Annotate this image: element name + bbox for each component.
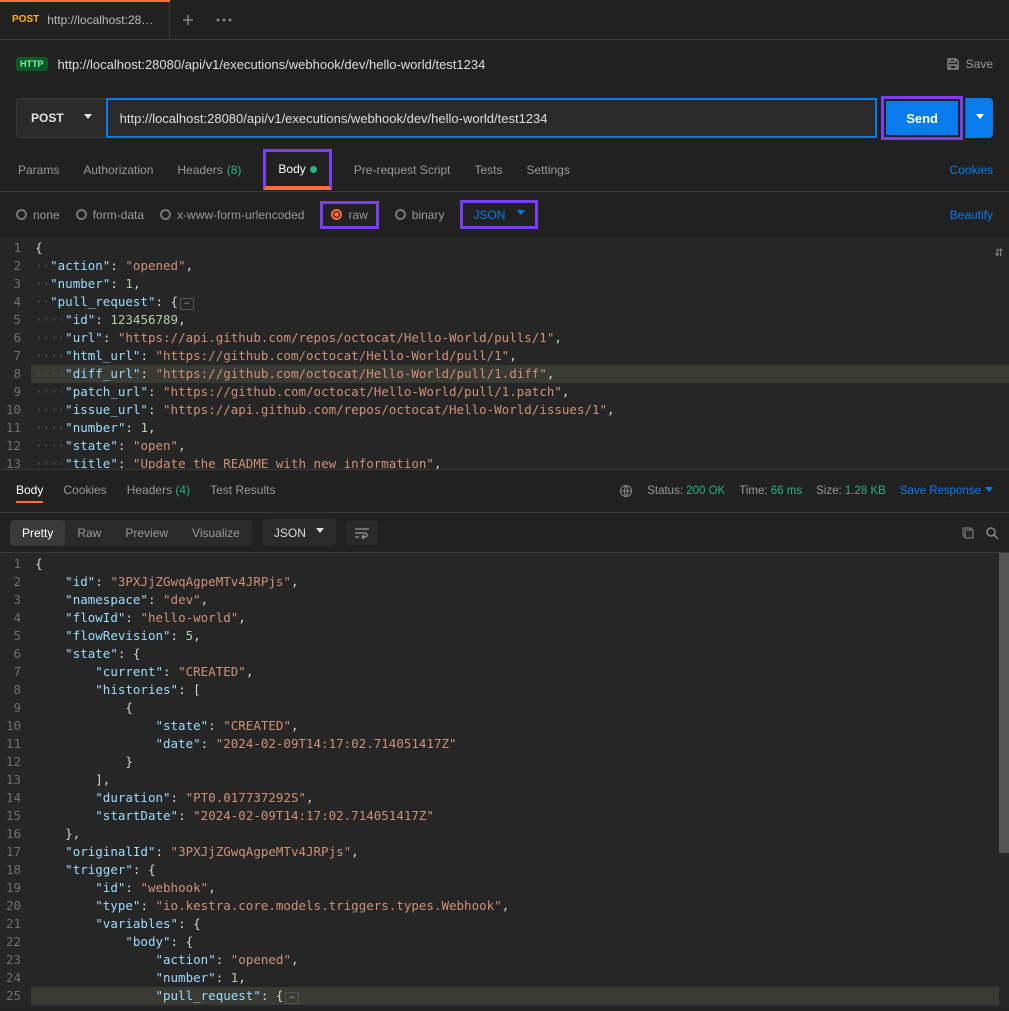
headers-label: Headers [177,163,222,177]
beautify-button[interactable]: Beautify [950,208,993,222]
chevron-down-icon [84,111,92,126]
body-xwww-radio[interactable]: x-www-form-urlencoded [160,208,304,222]
wrap-lines-button[interactable] [346,521,378,545]
request-tabs: Params Authorization Headers (8) Body Pr… [0,148,1009,192]
resp-headers-label: Headers [127,483,172,497]
search-button[interactable] [985,526,999,540]
time-label: Time: [739,485,767,497]
response-format-select[interactable]: JSON [262,519,336,546]
request-title: http://localhost:28080/api/v1/executions… [58,57,486,72]
view-mode-group: Pretty Raw Preview Visualize [10,520,252,546]
format-label: JSON [274,526,306,540]
headers-count: (8) [227,163,242,177]
view-visualize[interactable]: Visualize [180,520,252,546]
body-label: Body [278,162,305,176]
response-view-row: Pretty Raw Preview Visualize JSON [0,513,1009,553]
tab-tests[interactable]: Tests [472,159,504,181]
radio-icon [160,209,171,220]
tab-bar: POST http://localhost:28080/a [0,0,1009,40]
globe-icon[interactable] [619,484,633,498]
body-type-row: none form-data x-www-form-urlencoded raw… [0,192,1009,237]
request-body-editor[interactable]: 12345678910111213 {··"action": "opened",… [0,237,1009,469]
raw-highlight: raw [320,201,378,229]
chevron-down-icon [517,207,525,222]
tab-overflow-button[interactable] [206,18,242,22]
radio-icon [395,209,406,220]
resp-tab-body[interactable]: Body [16,479,43,503]
tab-headers[interactable]: Headers (8) [175,159,243,181]
code-content[interactable]: {··"action": "opened",··"number": 1,··"p… [31,237,1009,469]
binary-label: binary [412,208,445,222]
tab-authorization[interactable]: Authorization [81,159,155,181]
status-label: Status: [647,485,683,497]
time-value: 66 ms [771,485,802,497]
response-header: Body Cookies Headers (4) Test Results St… [0,469,1009,513]
tab-method-label: POST [12,14,39,25]
send-dropdown-button[interactable] [965,98,993,138]
http-badge-icon: HTTP [16,57,48,71]
url-input[interactable] [106,98,878,138]
json-label: JSON [473,208,505,222]
chevron-down-icon [976,111,984,126]
save-icon [946,57,960,71]
title-row: HTTP http://localhost:28080/api/v1/execu… [0,40,1009,88]
save-response-button[interactable]: Save Response [900,484,993,499]
method-select[interactable]: POST [16,98,106,138]
send-highlight: Send [881,96,963,140]
size-label: Size: [816,485,842,497]
body-binary-radio[interactable]: binary [395,208,445,222]
size-value: 1.28 KB [845,485,886,497]
body-raw-radio[interactable]: raw [331,208,367,222]
save-label: Save [966,57,993,71]
tab-body-highlight: Body [263,149,331,190]
send-button[interactable]: Send [886,101,958,135]
line-gutter: 1234567891011121314151617181920212223242… [0,553,31,1008]
save-response-label: Save Response [900,485,981,497]
cookies-link[interactable]: Cookies [950,163,993,177]
radio-icon [76,209,87,220]
status-value: 200 OK [686,485,725,497]
line-gutter: 12345678910111213 [0,237,31,469]
scroll-thumb[interactable] [999,553,1009,853]
body-format-select[interactable]: JSON [460,200,538,229]
code-content[interactable]: { "id": "3PXJjZGwqAgpeMTv4JRPjs", "names… [31,553,1009,1008]
request-tab[interactable]: POST http://localhost:28080/a [0,0,170,40]
save-button[interactable]: Save [946,57,993,71]
resize-handle-icon[interactable]: ⇵ [995,243,1003,261]
body-none-radio[interactable]: none [16,208,60,222]
copy-icon [961,526,975,540]
formdata-label: form-data [93,208,144,222]
view-pretty[interactable]: Pretty [10,520,65,546]
response-body-editor[interactable]: 1234567891011121314151617181920212223242… [0,553,1009,1008]
wrap-icon [354,527,370,539]
resp-tab-cookies[interactable]: Cookies [63,479,106,503]
raw-label: raw [348,208,367,222]
radio-icon [16,209,27,220]
chevron-down-icon [316,525,324,540]
tab-settings[interactable]: Settings [525,159,572,181]
resp-tab-results[interactable]: Test Results [210,479,275,503]
view-raw[interactable]: Raw [65,520,113,546]
resp-headers-count: (4) [175,483,190,497]
none-label: none [33,208,60,222]
tab-prerequest[interactable]: Pre-request Script [352,159,453,181]
dot-icon [310,166,317,173]
radio-icon [331,209,342,220]
body-formdata-radio[interactable]: form-data [76,208,144,222]
tab-params[interactable]: Params [16,159,61,181]
view-preview[interactable]: Preview [113,520,180,546]
copy-button[interactable] [961,526,975,540]
url-row: POST Send [0,88,1009,148]
tab-body[interactable]: Body [276,158,318,180]
scrollbar[interactable] [999,553,1009,1008]
tab-title-label: http://localhost:28080/a [47,13,157,27]
search-icon [985,526,999,540]
resp-tab-headers[interactable]: Headers (4) [127,479,190,503]
new-tab-button[interactable] [170,13,206,27]
method-label: POST [31,111,64,125]
xwww-label: x-www-form-urlencoded [177,208,304,222]
chevron-down-icon [985,484,993,499]
